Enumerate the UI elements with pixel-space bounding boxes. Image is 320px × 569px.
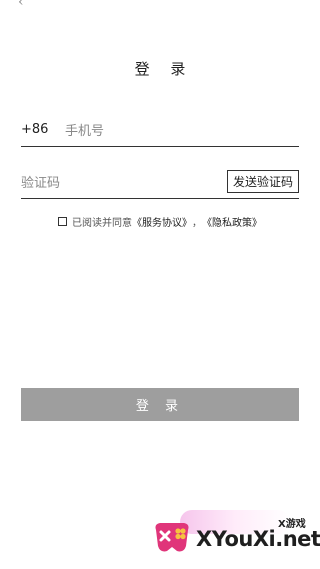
service-agreement-link[interactable]: 《服务协议》: [132, 214, 192, 229]
verification-code-row: 发送验证码: [21, 167, 299, 199]
phone-row: +86: [21, 117, 299, 147]
phone-input[interactable]: [65, 119, 285, 143]
gamepad-logo-icon: [155, 523, 189, 552]
watermark: X游戏 XYouXi.net: [150, 510, 320, 566]
country-code[interactable]: +86: [21, 122, 48, 137]
back-arrow-icon[interactable]: ‹: [18, 0, 24, 10]
agreement-checkbox[interactable]: [58, 216, 67, 226]
agreement-separator: ，: [192, 217, 202, 229]
agreement-row: 已阅读并同意 《服务协议》 ， 《隐私政策》: [58, 213, 262, 229]
send-code-button[interactable]: 发送验证码: [227, 170, 299, 193]
page-title: 登 录: [134, 60, 194, 78]
verification-code-input[interactable]: [21, 171, 211, 195]
privacy-policy-link[interactable]: 《隐私政策》: [202, 214, 262, 229]
watermark-text: XYouXi.net: [196, 527, 320, 551]
agreement-prefix: 已阅读并同意: [72, 217, 132, 229]
login-button[interactable]: 登 录: [21, 388, 299, 421]
